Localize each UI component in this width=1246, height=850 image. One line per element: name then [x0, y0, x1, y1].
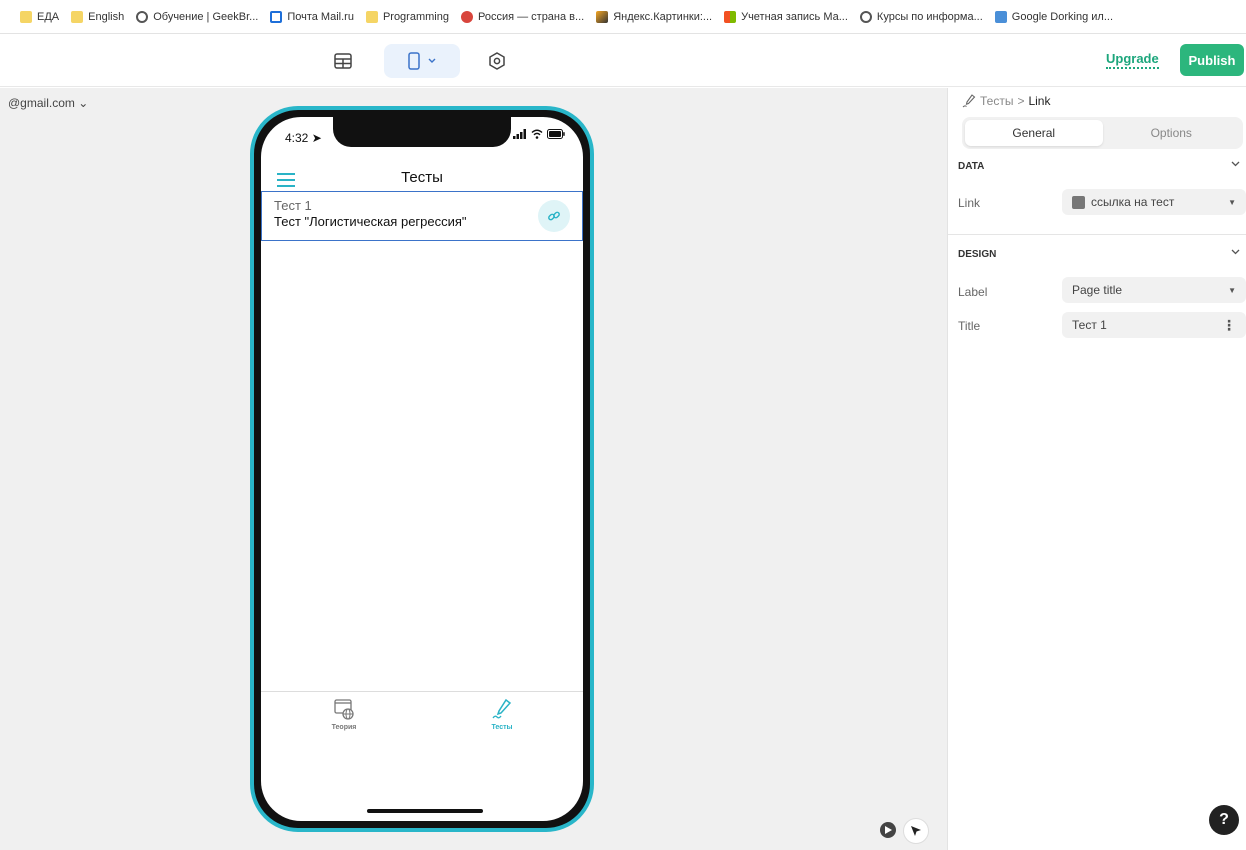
- globe-window-icon: [334, 699, 354, 720]
- pen-icon: [962, 94, 976, 108]
- breadcrumb: Тесты > Link: [962, 94, 1050, 108]
- data-view-button[interactable]: [326, 44, 360, 78]
- account-selector[interactable]: @gmail.com ⌄: [8, 96, 88, 110]
- section-divider: [948, 234, 1246, 235]
- phone-screen: 4:32 ➤ Тесты Тест 1 Тест "Логистическая …: [261, 117, 583, 821]
- data-section-header[interactable]: DATA: [958, 161, 1240, 172]
- courses-icon: [859, 10, 872, 23]
- tab-label: Теория: [331, 724, 357, 731]
- bookmark-mail[interactable]: Почта Mail.ru: [270, 10, 354, 23]
- publish-button[interactable]: Publish: [1180, 44, 1244, 76]
- play-icon: [884, 826, 892, 834]
- google-dorking-icon: [994, 10, 1007, 23]
- bookmark-google-dorking[interactable]: Google Dorking ил...: [994, 10, 1113, 23]
- geekbrains-icon: [136, 10, 149, 23]
- link-button[interactable]: [538, 200, 570, 232]
- signal-icon: [513, 129, 526, 139]
- tab-options[interactable]: Options: [1103, 120, 1241, 146]
- pen-icon: [492, 698, 512, 719]
- caret-down-icon: ▼: [1228, 285, 1236, 295]
- microsoft-icon: [724, 10, 737, 23]
- location-arrow-icon: ➤: [311, 131, 322, 145]
- settings-button[interactable]: [480, 44, 514, 78]
- link-label: Link: [958, 196, 981, 210]
- folder-icon: [71, 10, 84, 23]
- chevron-down-icon: [1231, 249, 1240, 255]
- bookmark-programming[interactable]: Programming: [365, 10, 449, 23]
- status-time: 4:32 ➤: [285, 131, 322, 145]
- list-item-title: Тест "Логистическая регрессия": [274, 214, 467, 229]
- link-icon: [548, 211, 560, 221]
- breadcrumb-separator: >: [1017, 94, 1025, 108]
- list-item-subtitle: Тест 1: [274, 198, 312, 213]
- app-tab-bar: Теория Тесты: [261, 691, 583, 759]
- folder-icon: [20, 10, 32, 23]
- yandex-images-icon: [596, 10, 609, 23]
- chevron-down-icon: [1231, 161, 1240, 167]
- editor-toolbar: Upgrade Publish: [0, 34, 1246, 87]
- cursor-icon: [911, 826, 921, 836]
- panel-tabs: General Options: [962, 117, 1243, 149]
- rcb-icon: [460, 10, 473, 23]
- tab-label: Тесты: [491, 724, 513, 731]
- label-select[interactable]: Page title ▼: [1062, 277, 1246, 303]
- bookmark-russia[interactable]: Россия — страна в...: [460, 10, 584, 23]
- mail-icon: [270, 10, 283, 23]
- bookmark-english[interactable]: English: [71, 10, 124, 23]
- status-icons: [513, 129, 565, 139]
- design-section-header[interactable]: DESIGN: [958, 249, 1240, 260]
- builder-canvas: @gmail.com ⌄ 4:32 ➤ Тесты Тест 1 Тест "Л…: [0, 88, 947, 850]
- caret-down-icon: ▼: [1228, 197, 1236, 207]
- layout-view-button[interactable]: [384, 44, 460, 78]
- title-field[interactable]: Тест 1 ⋮: [1062, 312, 1246, 338]
- bookmark-yandex-images[interactable]: Яндекс.Картинки:...: [596, 10, 712, 23]
- help-button[interactable]: ?: [1209, 805, 1239, 835]
- breadcrumb-parent[interactable]: Тесты: [980, 94, 1013, 108]
- bookmark-eda[interactable]: ЕДА: [20, 10, 59, 23]
- properties-panel: Тесты > Link General Options DATA Link с…: [947, 88, 1246, 850]
- tab-general[interactable]: General: [965, 120, 1103, 146]
- tab-testy[interactable]: Тесты: [452, 698, 552, 731]
- app-page-title: Тесты: [401, 169, 443, 186]
- preview-play-button[interactable]: [880, 822, 896, 838]
- breadcrumb-current: Link: [1028, 94, 1051, 108]
- tab-teoriya[interactable]: Теория: [294, 698, 394, 731]
- bookmark-courses[interactable]: Курсы по информа...: [859, 10, 983, 23]
- more-vertical-icon[interactable]: ⋮: [1222, 317, 1236, 334]
- list-item[interactable]: Тест 1 Тест "Логистическая регрессия": [261, 191, 583, 241]
- bookmarks-bar: ЕДА English Обучение | GeekBr... Почта M…: [0, 0, 1246, 34]
- upgrade-link[interactable]: Upgrade: [1106, 51, 1159, 69]
- bookmark-geekbrains[interactable]: Обучение | GeekBr...: [136, 10, 258, 23]
- folder-icon: [365, 10, 378, 23]
- home-indicator: [367, 809, 483, 813]
- wifi-icon: [531, 129, 543, 139]
- phone-preview: 4:32 ➤ Тесты Тест 1 Тест "Логистическая …: [250, 106, 594, 832]
- link-select[interactable]: ссылка на тест ▼: [1062, 189, 1246, 215]
- link-icon: [1072, 195, 1085, 209]
- table-icon: [334, 53, 352, 69]
- phone-icon: [408, 52, 420, 70]
- battery-icon: [547, 129, 565, 139]
- interact-mode-button[interactable]: [903, 818, 929, 844]
- phone-notch: [333, 117, 511, 147]
- label-label: Label: [958, 285, 988, 299]
- bookmark-microsoft[interactable]: Учетная запись Ма...: [724, 10, 848, 23]
- chevron-down-icon: [428, 58, 436, 63]
- hexagon-settings-icon: [489, 52, 505, 70]
- title-label: Title: [958, 319, 981, 333]
